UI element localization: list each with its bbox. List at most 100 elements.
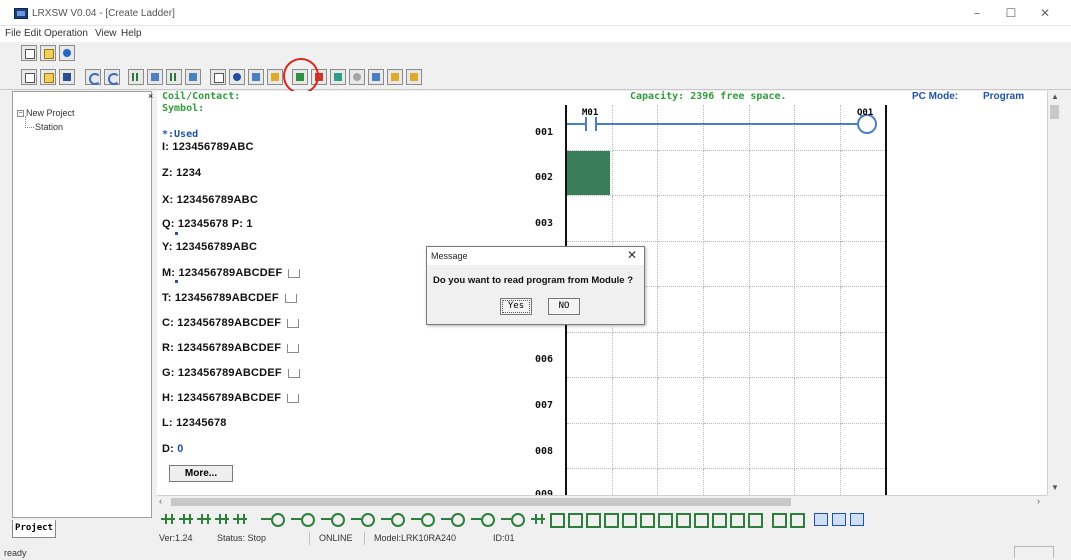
selected-cell[interactable] <box>567 151 610 195</box>
grid-icon[interactable] <box>147 69 163 85</box>
grid-cell[interactable] <box>841 332 887 378</box>
grid-cell[interactable] <box>658 105 705 151</box>
contact-x-icon[interactable] <box>179 511 193 526</box>
panel-pin-icon[interactable]: × <box>148 91 153 101</box>
contact-z-icon[interactable] <box>197 511 211 526</box>
horizontal-line-icon[interactable] <box>771 511 787 528</box>
monitor-icon[interactable] <box>185 69 201 85</box>
function-icon[interactable] <box>549 511 565 528</box>
maximize-button[interactable]: ☐ <box>996 5 1026 21</box>
open-file-icon[interactable] <box>40 69 56 85</box>
grid-cell[interactable] <box>567 196 613 242</box>
contact-i-icon[interactable] <box>161 511 175 526</box>
menu-file[interactable]: File <box>5 28 21 39</box>
coil-g-icon[interactable] <box>471 511 495 527</box>
settings-icon[interactable] <box>210 69 226 85</box>
grid-cell[interactable] <box>795 150 842 196</box>
block-md-icon[interactable] <box>621 511 637 528</box>
grid-cell[interactable] <box>749 150 796 196</box>
teal-run-icon[interactable] <box>330 69 346 85</box>
scroll-thumb[interactable] <box>1050 105 1059 119</box>
grid-cell[interactable] <box>704 196 750 242</box>
grid-cell[interactable] <box>749 378 796 424</box>
gear-icon[interactable] <box>229 69 245 85</box>
grid-cell[interactable] <box>612 196 659 242</box>
block-mx-icon[interactable] <box>657 511 673 528</box>
grid-cell[interactable] <box>704 287 750 333</box>
g-more-button[interactable] <box>287 368 300 378</box>
menu-help[interactable]: Help <box>121 28 142 39</box>
resize-grip[interactable] <box>1014 546 1054 558</box>
ladder-icon[interactable] <box>128 69 144 85</box>
grid-cell[interactable] <box>612 332 659 378</box>
block-pi-icon[interactable] <box>639 511 655 528</box>
insert-icon[interactable] <box>831 511 846 526</box>
c-more-button[interactable] <box>287 318 300 328</box>
grid-cell[interactable] <box>704 332 750 378</box>
grid-cell[interactable] <box>704 469 750 495</box>
edit-icon[interactable] <box>267 69 283 85</box>
insert-row-icon[interactable] <box>849 511 864 526</box>
grid-cell[interactable] <box>704 378 750 424</box>
write-icon[interactable] <box>248 69 264 85</box>
grid-cell[interactable] <box>749 423 796 469</box>
grid-cell[interactable] <box>795 332 842 378</box>
grid-cell[interactable] <box>612 423 659 469</box>
grid-cell[interactable] <box>841 196 887 242</box>
grid-cell[interactable] <box>749 332 796 378</box>
coil-q-icon[interactable] <box>261 511 285 527</box>
function-disabled-icon[interactable] <box>585 511 601 528</box>
contact-p-icon[interactable] <box>531 511 545 526</box>
redo-icon[interactable] <box>104 69 120 85</box>
block-ar-icon[interactable] <box>675 511 691 528</box>
grid-cell[interactable] <box>567 378 613 424</box>
contact-q-icon[interactable] <box>215 511 229 526</box>
grid-cell[interactable] <box>795 378 842 424</box>
grid-cell[interactable] <box>612 150 659 196</box>
lock-icon[interactable] <box>406 69 422 85</box>
new-document-icon[interactable] <box>21 45 37 61</box>
grid-cell[interactable] <box>749 105 796 151</box>
scroll-right-icon[interactable]: › <box>1037 496 1040 506</box>
block-s-icon[interactable] <box>603 511 619 528</box>
grid-cell[interactable] <box>749 196 796 242</box>
t-more-button[interactable] <box>284 293 297 303</box>
block-dr-icon[interactable] <box>711 511 727 528</box>
grid-cell[interactable] <box>749 241 796 287</box>
yes-button[interactable]: Yes <box>500 298 532 315</box>
block-s2-icon[interactable] <box>693 511 709 528</box>
vertical-line-icon[interactable] <box>789 511 805 528</box>
grid-cell[interactable] <box>704 105 750 151</box>
coil-n-icon[interactable] <box>351 511 375 527</box>
block-sw-icon[interactable] <box>729 511 745 528</box>
grid-cell[interactable] <box>749 287 796 333</box>
coil-r-icon[interactable] <box>441 511 465 527</box>
coil-t-icon[interactable] <box>381 511 405 527</box>
minimize-button[interactable]: – <box>962 5 992 21</box>
scroll-down-icon[interactable]: ▼ <box>1051 483 1059 492</box>
grid-cell[interactable] <box>658 378 705 424</box>
tab-project[interactable]: Project <box>12 520 56 538</box>
coil-c-icon[interactable] <box>411 511 435 527</box>
grid-cell[interactable] <box>704 150 750 196</box>
grid-cell[interactable] <box>612 378 659 424</box>
grid-cell[interactable] <box>841 469 887 495</box>
contact-y-icon[interactable] <box>233 511 247 526</box>
grid-cell[interactable] <box>612 105 659 151</box>
grid-cell[interactable] <box>704 241 750 287</box>
grid-cell[interactable] <box>796 469 842 495</box>
menu-edit[interactable]: Edit <box>24 28 41 39</box>
save-icon[interactable] <box>59 69 75 85</box>
block-lg-icon[interactable] <box>747 511 763 528</box>
contact-m01[interactable] <box>585 117 597 131</box>
close-window-button[interactable]: ✕ <box>1030 5 1060 21</box>
vertical-scrollbar[interactable]: ▲ ▼ <box>1047 91 1061 495</box>
scroll-up-icon[interactable]: ▲ <box>1051 92 1059 101</box>
chart-icon[interactable] <box>368 69 384 85</box>
grid-cell[interactable] <box>795 287 842 333</box>
grid-cell[interactable] <box>795 241 842 287</box>
help-icon[interactable] <box>59 45 75 61</box>
collapse-toggle-icon[interactable]: − <box>17 110 24 118</box>
grid-cell[interactable] <box>658 423 705 469</box>
coil-y-icon[interactable] <box>291 511 315 527</box>
